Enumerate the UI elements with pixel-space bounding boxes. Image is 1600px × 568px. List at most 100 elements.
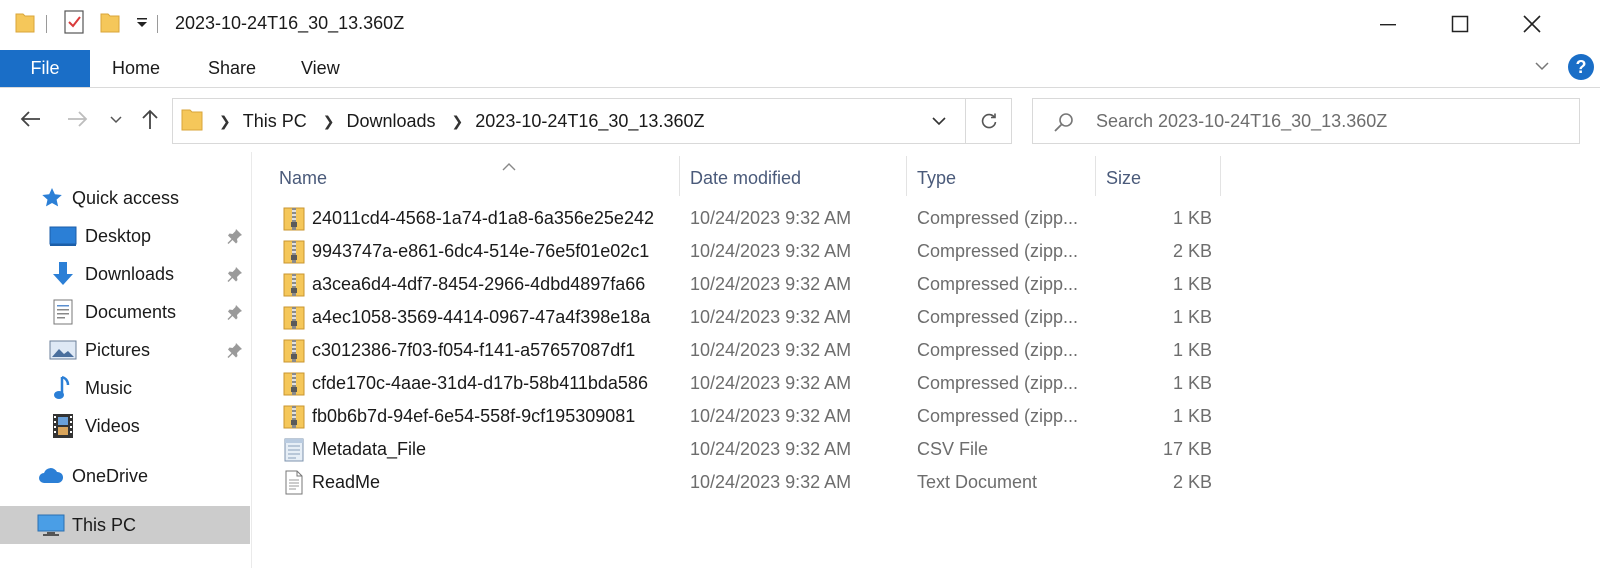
column-divider[interactable] xyxy=(679,156,680,196)
search-icon xyxy=(1053,111,1075,138)
file-row[interactable]: 9943747a-e861-6dc4-514e-76e5f01e02c1 10/… xyxy=(277,235,1597,268)
back-button[interactable] xyxy=(16,104,46,134)
chevron-right-icon[interactable]: ❯ xyxy=(219,113,231,130)
pin-icon[interactable] xyxy=(226,303,244,326)
recent-locations-button[interactable] xyxy=(106,104,126,134)
refresh-icon xyxy=(981,113,997,129)
help-button[interactable]: ? xyxy=(1568,54,1594,80)
file-size: 1 KB xyxy=(1172,274,1212,294)
column-header-date-modified[interactable]: Date modified xyxy=(690,158,905,198)
maximize-button[interactable] xyxy=(1424,0,1496,48)
column-header-size[interactable]: Size xyxy=(1106,158,1218,198)
film-icon xyxy=(48,411,78,441)
sidebar-item-music[interactable]: Music xyxy=(0,370,250,406)
sidebar-item-label: Pictures xyxy=(85,339,151,360)
download-arrow-icon xyxy=(48,259,78,289)
computer-icon xyxy=(36,510,66,540)
column-divider[interactable] xyxy=(1095,156,1096,196)
up-arrow-icon xyxy=(142,109,158,129)
forward-arrow-icon xyxy=(68,111,88,127)
file-date-modified: 10/24/2023 9:32 AM xyxy=(690,241,852,261)
column-divider[interactable] xyxy=(1220,156,1221,196)
sidebar-item-downloads[interactable]: Downloads xyxy=(0,256,250,292)
cloud-icon xyxy=(36,461,66,491)
expand-ribbon-chevron-icon[interactable] xyxy=(1532,56,1552,76)
file-name: a3cea6d4-4df7-8454-2966-4dbd4897fa66 xyxy=(312,274,646,294)
file-row[interactable]: a3cea6d4-4df7-8454-2966-4dbd4897fa66 10/… xyxy=(277,268,1597,301)
file-type: CSV File xyxy=(917,439,989,459)
properties-icon[interactable] xyxy=(63,9,85,40)
crumb-current-folder[interactable]: 2023-10-24T16_30_13.360Z xyxy=(475,111,704,132)
file-row[interactable]: a4ec1058-3569-4414-0967-47a4f398e18a 10/… xyxy=(277,301,1597,334)
zip-folder-icon xyxy=(283,205,305,232)
crumb-downloads[interactable]: Downloads xyxy=(346,111,435,132)
file-row[interactable]: ReadMe 10/24/2023 9:32 AM Text Document … xyxy=(277,466,1597,499)
file-type: Compressed (zipp... xyxy=(917,208,1079,228)
file-row[interactable]: c3012386-7f03-f054-f141-a57657087df1 10/… xyxy=(277,334,1597,367)
forward-button[interactable] xyxy=(62,104,92,134)
folder-icon[interactable] xyxy=(14,10,36,39)
file-size: 1 KB xyxy=(1172,340,1212,360)
tab-share[interactable]: Share xyxy=(208,50,256,87)
sidebar-item-onedrive[interactable]: OneDrive xyxy=(0,458,250,494)
column-header-name[interactable]: Name xyxy=(279,158,677,198)
file-row[interactable]: Metadata_File 10/24/2023 9:32 AM CSV Fil… xyxy=(277,433,1597,466)
file-date-modified: 10/24/2023 9:32 AM xyxy=(690,307,852,327)
sidebar-item-quick-access[interactable]: Quick access xyxy=(0,180,250,216)
chevron-right-icon[interactable]: ❯ xyxy=(452,113,464,130)
file-size: 1 KB xyxy=(1172,373,1212,393)
search-box[interactable]: Search 2023-10-24T16_30_13.360Z xyxy=(1032,98,1580,144)
documents-icon xyxy=(48,297,78,327)
zip-folder-icon xyxy=(283,370,305,397)
search-input[interactable]: Search 2023-10-24T16_30_13.360Z xyxy=(1096,111,1387,132)
new-folder-icon[interactable] xyxy=(99,10,121,39)
tab-view[interactable]: View xyxy=(301,50,340,87)
folder-icon xyxy=(181,106,203,137)
up-button[interactable] xyxy=(136,104,164,134)
column-divider[interactable] xyxy=(906,156,907,196)
refresh-button[interactable] xyxy=(965,99,1012,143)
file-name: 9943747a-e861-6dc4-514e-76e5f01e02c1 xyxy=(312,241,650,261)
file-date-modified: 10/24/2023 9:32 AM xyxy=(690,439,852,459)
chevron-right-icon[interactable]: ❯ xyxy=(323,113,335,130)
sidebar-item-this-pc[interactable]: This PC xyxy=(0,506,250,544)
tab-home[interactable]: Home xyxy=(112,50,160,87)
sidebar-item-desktop[interactable]: Desktop xyxy=(0,218,250,254)
chevron-down-icon xyxy=(110,116,122,124)
file-row[interactable]: 24011cd4-4568-1a74-d1a8-6a356e25e242 10/… xyxy=(277,202,1597,235)
chevron-down-icon xyxy=(932,117,946,126)
pin-icon[interactable] xyxy=(226,265,244,288)
file-type: Compressed (zipp... xyxy=(917,274,1079,294)
file-size: 1 KB xyxy=(1172,307,1212,327)
pin-icon[interactable] xyxy=(226,227,244,250)
sidebar-item-documents[interactable]: Documents xyxy=(0,294,250,330)
crumb-this-pc[interactable]: This PC xyxy=(243,111,307,132)
file-type: Text Document xyxy=(917,472,1038,492)
navigation-bar: ❯ This PC ❯ Downloads ❯ 2023-10-24T16_30… xyxy=(0,92,1600,148)
file-name: a4ec1058-3569-4414-0967-47a4f398e18a xyxy=(312,307,651,327)
file-type: Compressed (zipp... xyxy=(917,307,1079,327)
sidebar-item-videos[interactable]: Videos xyxy=(0,408,250,444)
navigation-pane: Quick access Desktop Downloads Documents xyxy=(0,152,252,568)
file-row[interactable]: cfde170c-4aae-31d4-d17b-58b411bda586 10/… xyxy=(277,367,1597,400)
sidebar-item-label: Videos xyxy=(85,415,140,436)
close-button[interactable] xyxy=(1496,0,1568,48)
pin-icon[interactable] xyxy=(226,341,244,364)
text-file-icon xyxy=(283,469,305,496)
column-header-type[interactable]: Type xyxy=(917,158,1092,198)
tab-file[interactable]: File xyxy=(0,50,90,87)
file-size: 2 KB xyxy=(1172,472,1212,492)
breadcrumb: ❯ This PC ❯ Downloads ❯ 2023-10-24T16_30… xyxy=(181,99,704,143)
star-icon xyxy=(37,183,67,213)
customize-toolbar-chevron-icon[interactable] xyxy=(135,15,149,34)
zip-folder-icon xyxy=(283,337,305,364)
address-history-button[interactable] xyxy=(913,99,965,143)
minimize-icon xyxy=(1380,24,1396,26)
address-bar[interactable]: ❯ This PC ❯ Downloads ❯ 2023-10-24T16_30… xyxy=(172,98,1012,144)
sidebar-item-pictures[interactable]: Pictures xyxy=(0,332,250,368)
sidebar-item-label: Downloads xyxy=(85,263,175,284)
sidebar-item-label: Documents xyxy=(85,301,177,322)
file-type: Compressed (zipp... xyxy=(917,373,1079,393)
file-row[interactable]: fb0b6b7d-94ef-6e54-558f-9cf195309081 10/… xyxy=(277,400,1597,433)
minimize-button[interactable] xyxy=(1352,0,1424,48)
